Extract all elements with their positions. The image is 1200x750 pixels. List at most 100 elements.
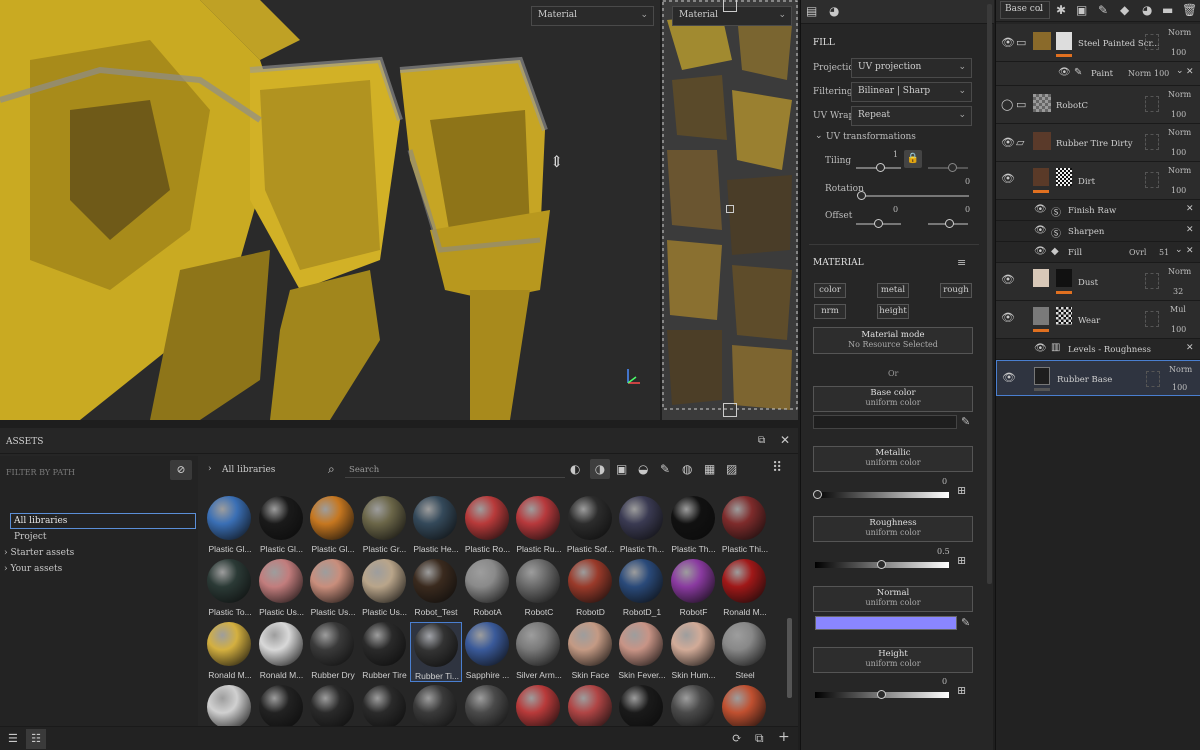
add-fill-layer-icon[interactable]: ◆ [1120, 3, 1129, 17]
opacity[interactable]: 100 [1171, 186, 1186, 195]
asset-item[interactable]: Plastic Us... [307, 559, 359, 619]
uv-handle-bottom[interactable] [723, 403, 737, 417]
add-icon[interactable]: + [778, 729, 790, 745]
list-view-icon[interactable]: ☰ [8, 732, 18, 745]
opacity[interactable]: 51 [1159, 248, 1169, 257]
asset-item[interactable] [668, 685, 720, 726]
asset-item[interactable]: Plastic Gl... [256, 496, 308, 556]
chevron-down-icon[interactable]: ⌄ [815, 131, 823, 141]
channel-select[interactable]: Base col ⌄ [1000, 1, 1050, 19]
eye-icon[interactable]: 👁 [1034, 246, 1047, 257]
close-icon[interactable]: ✕ [1186, 225, 1194, 235]
asset-item[interactable]: Robot_Test [410, 559, 462, 619]
add-layer-icon[interactable]: ◕ [1142, 3, 1152, 17]
projection-select[interactable]: UV projection ⌄ [851, 58, 972, 78]
tab-properties-icon[interactable]: ▤ [806, 4, 817, 18]
filter-tools-icon[interactable]: ▦ [704, 462, 715, 476]
opacity[interactable]: 100 [1171, 325, 1186, 334]
random-seed-icon[interactable]: ⊞ [957, 684, 966, 697]
viewport-3d[interactable]: Material ⌄ ⇕ [0, 0, 660, 420]
asset-item[interactable]: Plastic Sof... [565, 496, 617, 556]
asset-item[interactable] [719, 685, 771, 726]
random-seed-icon[interactable]: ⊞ [957, 484, 966, 497]
tree-item-all-libraries[interactable]: All libraries [10, 513, 196, 529]
eye-icon[interactable]: 👁 [1034, 343, 1047, 354]
blend-mode[interactable]: Norm [1168, 28, 1191, 37]
delete-icon[interactable]: 🗑 [1182, 3, 1197, 17]
add-effect-icon[interactable]: ✱ [1056, 3, 1066, 17]
eye-icon[interactable]: 👁 [1001, 172, 1015, 185]
eye-icon[interactable]: 👁 [1002, 371, 1016, 384]
refresh-icon[interactable]: ⟳ [732, 731, 742, 745]
tiling-knob-2[interactable] [948, 163, 957, 172]
asset-item[interactable]: Plastic Gr... [359, 496, 411, 556]
asset-item[interactable]: Skin Hum... [668, 622, 720, 682]
asset-item[interactable]: Plastic Th... [616, 496, 668, 556]
opacity[interactable]: 100 [1172, 383, 1187, 392]
asset-item[interactable]: Rubber Ti... [410, 622, 462, 682]
blend-mode[interactable]: Norm [1168, 267, 1191, 276]
lock-icon[interactable]: 🔒 [904, 150, 922, 168]
rotation-knob[interactable] [857, 191, 866, 200]
eye-icon[interactable]: 👁 [1001, 136, 1015, 149]
add-paint-layer-icon[interactable]: ✎ [1098, 3, 1108, 17]
search-input[interactable]: Search [345, 462, 565, 478]
close-icon[interactable]: ✕ [1186, 343, 1194, 353]
blend-mode[interactable]: Mul [1170, 305, 1186, 314]
blend-mode[interactable]: Norm [1168, 166, 1191, 175]
layer-dirt[interactable]: 👁 Dirt Norm 100 [996, 162, 1200, 200]
asset-item[interactable]: Plastic He... [410, 496, 462, 556]
eye-icon[interactable]: 👁 [1058, 67, 1071, 78]
rotation-slider[interactable] [861, 195, 969, 197]
opacity[interactable]: 100 [1154, 69, 1169, 78]
asset-item[interactable] [462, 685, 514, 726]
uv-handle-top[interactable] [723, 0, 737, 12]
eyedropper-icon[interactable]: ✎ [961, 415, 970, 428]
asset-item[interactable]: Plastic Ro... [462, 496, 514, 556]
asset-item[interactable]: Ronald M... [256, 622, 308, 682]
blend-mode[interactable]: Ovrl [1129, 248, 1146, 257]
filter-environments-icon[interactable]: ▨ [726, 462, 737, 476]
asset-item[interactable] [307, 685, 359, 726]
metallic-slot[interactable]: Metallic uniform color [813, 446, 973, 472]
scrollbar[interactable] [987, 4, 992, 584]
filter-smart-materials-icon[interactable]: ◑ [590, 459, 610, 479]
channel-metal-button[interactable]: metal [877, 283, 909, 298]
offset-knob-v[interactable] [945, 219, 954, 228]
height-knob[interactable] [877, 690, 886, 699]
filter-textures-icon[interactable]: ▣ [616, 462, 627, 476]
filter-masks-icon[interactable]: ◒ [638, 462, 648, 476]
filter-materials-icon[interactable]: ◐ [570, 462, 580, 476]
layer-paint[interactable]: 👁 ✎ Paint Norm 100 ⌄ ✕ [996, 62, 1200, 86]
close-icon[interactable]: ✕ [1186, 204, 1194, 214]
asset-item[interactable] [359, 685, 411, 726]
new-library-icon[interactable]: ⧉ [755, 731, 764, 746]
add-mask-icon[interactable]: ▣ [1076, 3, 1087, 17]
metallic-knob[interactable] [813, 490, 822, 499]
close-icon[interactable]: ✕ [1186, 67, 1194, 77]
opacity[interactable]: 100 [1171, 148, 1186, 157]
channel-height-button[interactable]: height [877, 304, 909, 319]
normal-slot[interactable]: Normal uniform color [813, 586, 973, 612]
height-slot[interactable]: Height uniform color [813, 647, 973, 673]
popout-icon[interactable]: ⧉ [758, 435, 765, 446]
eye-icon[interactable]: 👁 [1001, 311, 1015, 324]
uv-transformations-title[interactable]: UV transformations [826, 132, 916, 142]
blend-mode[interactable]: Norm [1169, 365, 1192, 374]
asset-item[interactable]: Skin Face [565, 622, 617, 682]
tree-item-project[interactable]: Project [14, 532, 47, 542]
asset-item[interactable] [204, 685, 256, 726]
material-mode-button[interactable]: Material mode No Resource Selected [813, 327, 973, 354]
filter-brushes-icon[interactable]: ✎ [660, 462, 670, 476]
viewport-2d[interactable]: Material ⌄ [662, 0, 798, 420]
add-folder-icon[interactable]: ▬ [1162, 3, 1173, 17]
tiling-knob[interactable] [876, 163, 885, 172]
asset-item[interactable]: RobotF [668, 559, 720, 619]
breadcrumb[interactable]: All libraries [222, 465, 275, 475]
effect-fill[interactable]: 👁 ◆ Fill Ovrl 51 ⌄ ✕ [996, 242, 1200, 263]
asset-item[interactable]: Plastic Thi... [719, 496, 771, 556]
roughness-knob[interactable] [877, 560, 886, 569]
channel-nrm-button[interactable]: nrm [814, 304, 846, 319]
scrollbar[interactable] [787, 618, 792, 698]
layer-folder-robotc[interactable]: ◯ ▭ RobotC Norm 100 [996, 86, 1200, 124]
